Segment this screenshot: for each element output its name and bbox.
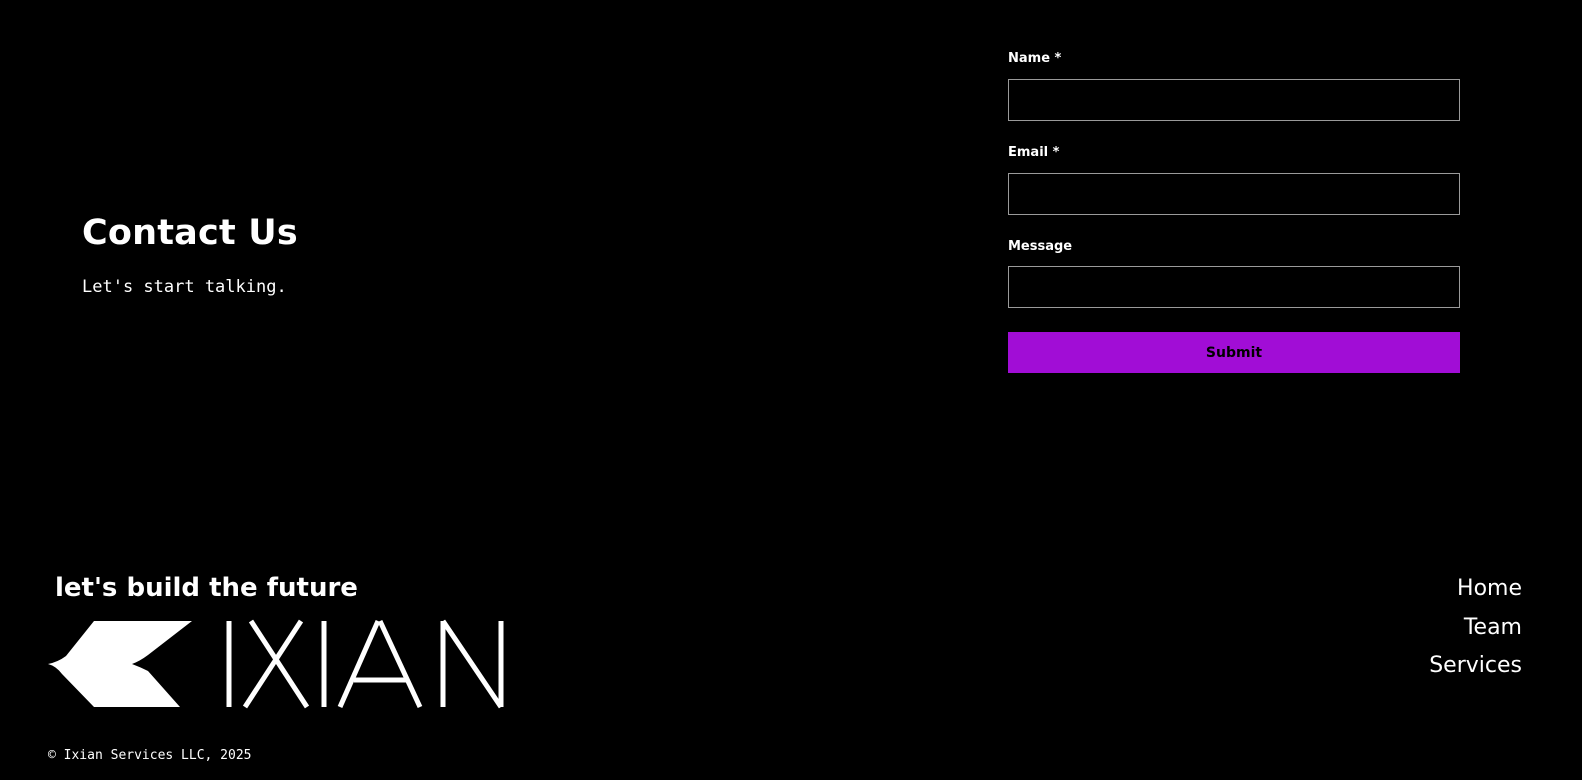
footer-link-home[interactable]: Home <box>1262 570 1522 609</box>
footer-tagline: let's build the future <box>55 573 358 603</box>
copyright: © Ixian Services LLC, 2025 <box>48 748 252 763</box>
message-label: Message <box>1008 239 1073 254</box>
page: Contact Us Let's start talking. Name * E… <box>0 0 1582 780</box>
footer-nav: Home Team Services <box>1262 570 1522 686</box>
ixian-logo-icon <box>48 619 504 709</box>
name-input[interactable] <box>1008 79 1460 121</box>
ixian-logo[interactable] <box>48 618 508 710</box>
footer-link-team[interactable]: Team <box>1262 609 1522 648</box>
footer-link-services[interactable]: Services <box>1262 647 1522 686</box>
contact-title: Contact Us <box>82 213 298 253</box>
submit-button[interactable]: Submit <box>1008 332 1460 373</box>
name-label: Name * <box>1008 51 1062 66</box>
contact-subtitle: Let's start talking. <box>82 277 287 297</box>
email-input[interactable] <box>1008 173 1460 215</box>
message-input[interactable] <box>1008 266 1460 308</box>
email-label: Email * <box>1008 145 1060 160</box>
